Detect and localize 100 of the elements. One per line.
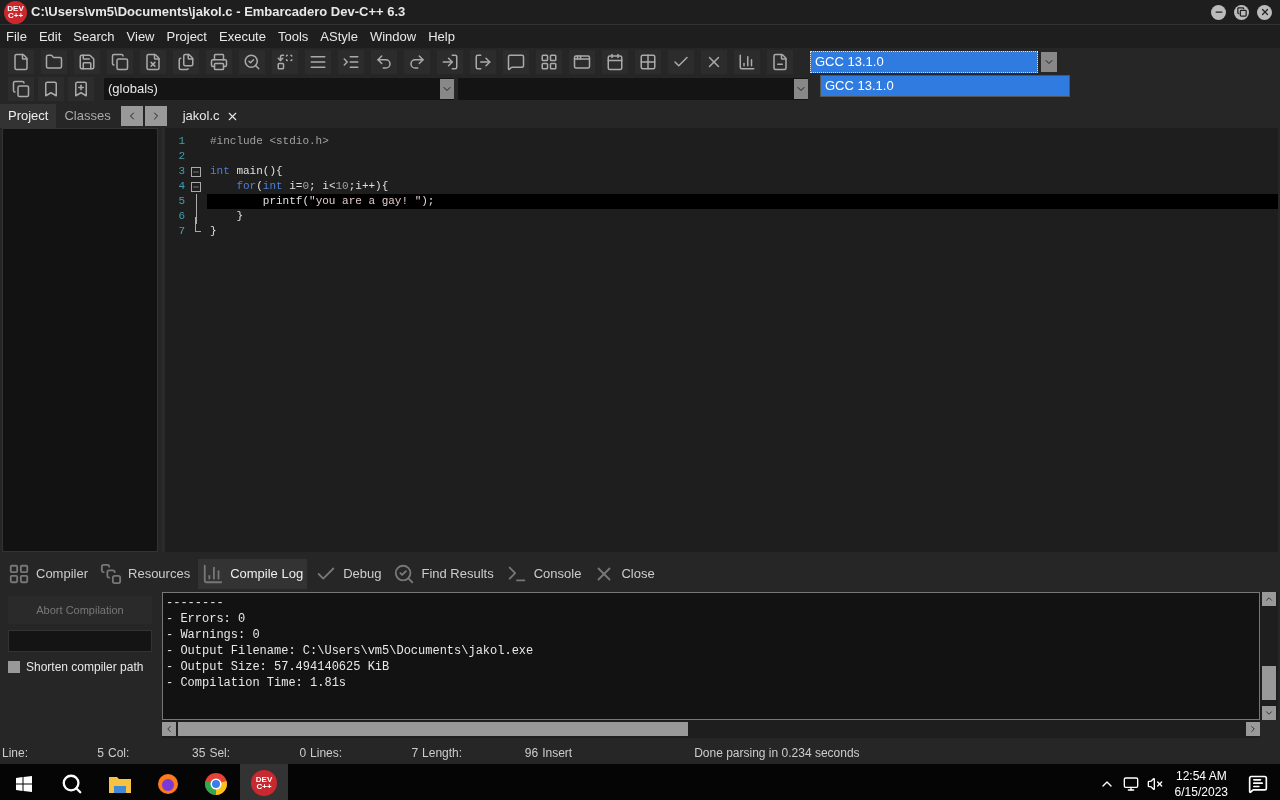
grid-icon[interactable] bbox=[536, 50, 562, 74]
status-value: 96 bbox=[523, 745, 539, 762]
log-line: - Output Filename: C:\Users\vm5\Documents\jakol.exe bbox=[166, 643, 534, 659]
chart-icon[interactable] bbox=[734, 50, 760, 74]
scroll-down-icon bbox=[1262, 706, 1276, 720]
output-tab[interactable]: Compiler bbox=[4, 559, 92, 589]
insert-icon[interactable] bbox=[8, 77, 34, 101]
clear-icon[interactable] bbox=[767, 50, 793, 74]
folder-icon[interactable] bbox=[41, 50, 67, 74]
checkbox-label: Shorten compiler path bbox=[26, 659, 144, 676]
clock-date[interactable]: 6/15/2023 bbox=[1174, 784, 1228, 800]
status-label: Length: bbox=[421, 745, 463, 762]
checkbox[interactable] bbox=[8, 661, 20, 673]
window-title: C:\Users\vm5\Documents\jakol.c - Embarcadero Dev-C++ 6.3 bbox=[31, 3, 406, 22]
menu-item[interactable]: Execute bbox=[213, 26, 272, 47]
scroll-left-button[interactable] bbox=[120, 106, 143, 126]
replace-icon[interactable] bbox=[272, 50, 298, 74]
add-file-icon[interactable] bbox=[437, 50, 463, 74]
scrollbar-thumb[interactable] bbox=[178, 722, 688, 736]
scrollbar-thumb[interactable] bbox=[1262, 666, 1276, 700]
panel-tab[interactable]: Project bbox=[0, 104, 57, 128]
new-file-icon[interactable] bbox=[8, 50, 34, 74]
line-number: 1 bbox=[177, 134, 185, 150]
menu-item[interactable]: Project bbox=[160, 26, 213, 47]
code-line: for(int i=0; i<10;i++){ bbox=[235, 179, 389, 195]
fold-icon[interactable] bbox=[191, 166, 201, 177]
menu-item[interactable]: Search bbox=[67, 26, 121, 47]
status-label: Insert bbox=[541, 745, 573, 762]
notification-icon[interactable] bbox=[1248, 774, 1268, 794]
clock-time[interactable]: 12:54 AM bbox=[1175, 768, 1227, 784]
tiles-icon[interactable] bbox=[635, 50, 661, 74]
remove-file-icon[interactable] bbox=[470, 50, 496, 74]
dropdown-option[interactable]: GCC 13.1.0 bbox=[821, 76, 1069, 96]
menu-item[interactable]: Window bbox=[363, 26, 423, 47]
panel-tab[interactable]: Classes bbox=[56, 104, 119, 128]
app-logo-icon: DEV C++ bbox=[251, 770, 277, 796]
save-icon[interactable] bbox=[74, 50, 100, 74]
volume-icon[interactable] bbox=[1146, 776, 1163, 792]
bookmarks-icon[interactable] bbox=[68, 77, 94, 101]
cross-icon[interactable] bbox=[701, 50, 727, 74]
network-icon[interactable] bbox=[1122, 776, 1139, 792]
comment-icon[interactable] bbox=[503, 50, 529, 74]
taskbar-app[interactable]: DEV C++ bbox=[240, 764, 288, 800]
unindent-icon[interactable] bbox=[338, 50, 364, 74]
status-label: Line: bbox=[1, 745, 29, 762]
indent-icon[interactable] bbox=[305, 50, 331, 74]
search-icon bbox=[61, 773, 83, 795]
output-tab[interactable]: Console bbox=[501, 559, 586, 589]
chevron-down-icon bbox=[1041, 52, 1057, 72]
line-number: 2 bbox=[177, 149, 185, 165]
output-tab[interactable]: Find Results bbox=[389, 559, 498, 589]
line-number: 7 bbox=[177, 224, 185, 240]
fold-end bbox=[195, 217, 201, 232]
menu-item[interactable]: Edit bbox=[32, 26, 68, 47]
scroll-right-button[interactable] bbox=[144, 106, 167, 126]
status-label: Lines: bbox=[309, 745, 343, 762]
printer-icon[interactable] bbox=[206, 50, 232, 74]
vertical-scrollbar[interactable] bbox=[1260, 592, 1278, 720]
minimize-button[interactable] bbox=[1211, 4, 1226, 20]
status-message: Done parsing in 0.234 seconds bbox=[694, 745, 860, 762]
redo-icon[interactable] bbox=[404, 50, 430, 74]
line-number: 4 bbox=[177, 179, 185, 195]
output-tab[interactable]: Debug bbox=[311, 559, 386, 589]
undo-icon[interactable] bbox=[371, 50, 397, 74]
close-file-icon[interactable] bbox=[140, 50, 166, 74]
status-value: 7 bbox=[410, 745, 419, 762]
code-line: } bbox=[235, 209, 243, 225]
output-tab[interactable]: Resources bbox=[96, 559, 195, 589]
log-line: - Errors: 0 bbox=[166, 611, 246, 627]
line-number: 6 bbox=[177, 209, 185, 225]
search-icon[interactable] bbox=[239, 50, 265, 74]
check-icon[interactable] bbox=[668, 50, 694, 74]
menu-item[interactable]: AStyle bbox=[314, 26, 364, 47]
close-icon bbox=[1259, 7, 1270, 17]
close-button[interactable] bbox=[1257, 4, 1272, 20]
bookmark-icon[interactable] bbox=[38, 77, 64, 101]
log-line: - Warnings: 0 bbox=[166, 627, 260, 643]
code-line: int main(){ bbox=[210, 164, 283, 180]
menu-item[interactable]: Tools bbox=[271, 26, 315, 47]
scope-select[interactable]: (globals) bbox=[104, 78, 454, 100]
code-line: printf("you are a gay! "); bbox=[261, 194, 435, 210]
app-logo-icon: DEV C++ bbox=[4, 0, 27, 24]
close-all-icon[interactable] bbox=[173, 50, 199, 74]
chart-icon bbox=[202, 563, 225, 585]
status-label: Col: bbox=[107, 745, 130, 762]
function-select[interactable] bbox=[458, 78, 808, 100]
log-line: - Compilation Time: 1.81s bbox=[166, 675, 347, 691]
output-tab[interactable]: Close bbox=[589, 559, 659, 589]
restore-button[interactable] bbox=[1234, 4, 1249, 20]
horizontal-scrollbar[interactable] bbox=[162, 720, 1260, 738]
menu-item[interactable]: Help bbox=[422, 26, 461, 47]
calendar-icon[interactable] bbox=[602, 50, 628, 74]
chevron-down-icon bbox=[794, 79, 808, 99]
menu-item[interactable]: View bbox=[120, 26, 161, 47]
copy-icon bbox=[100, 563, 122, 585]
fold-icon[interactable] bbox=[191, 181, 201, 192]
save-all-icon[interactable] bbox=[107, 50, 133, 74]
menu-item[interactable]: File bbox=[0, 26, 33, 47]
output-tab[interactable]: Compile Log bbox=[198, 559, 308, 589]
window-icon[interactable] bbox=[569, 50, 595, 74]
